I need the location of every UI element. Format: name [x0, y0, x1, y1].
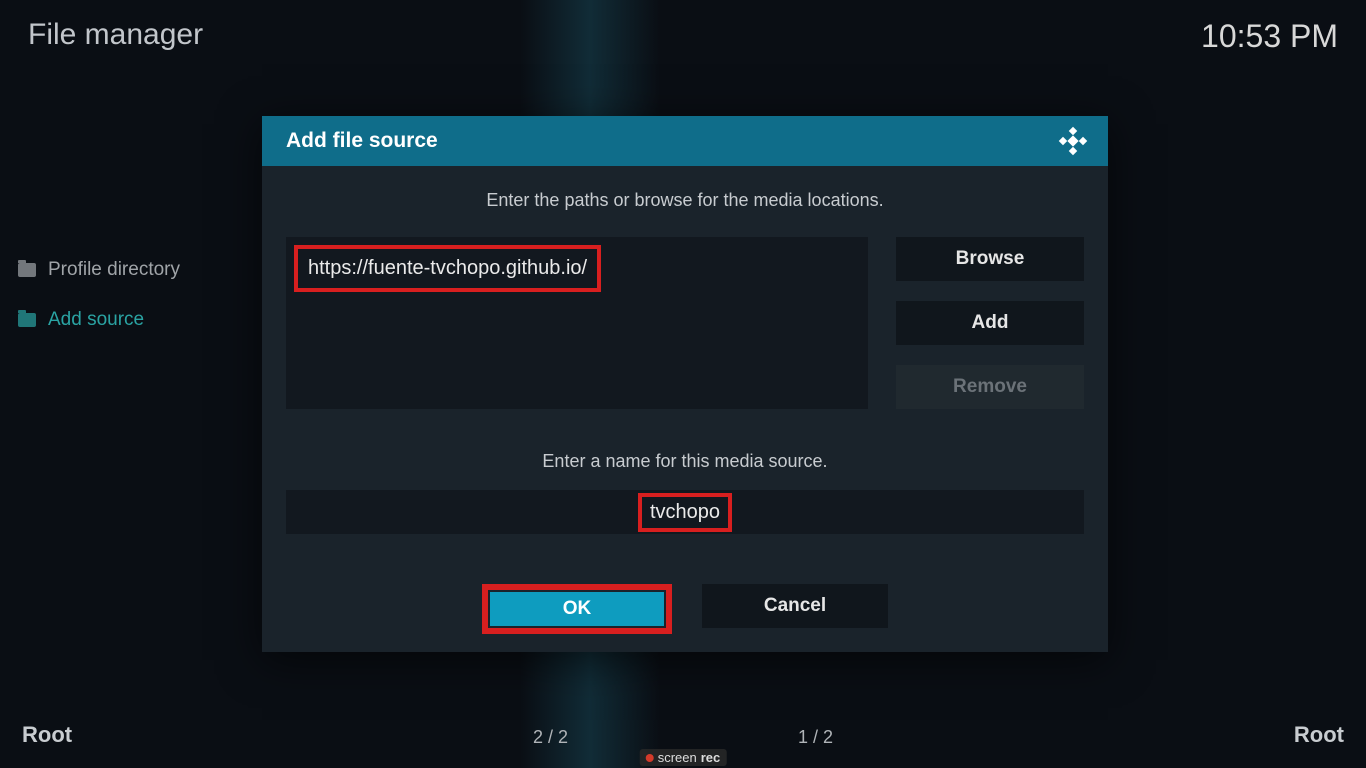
paths-list[interactable]: https://fuente-tvchopo.github.io/ — [286, 237, 868, 409]
right-pane-counter: 1 / 2 — [798, 727, 833, 748]
remove-button: Remove — [896, 365, 1084, 409]
source-name-input[interactable]: tvchopo — [286, 490, 1084, 534]
footer-counters: 2 / 2 1 / 2 — [533, 727, 833, 748]
browse-button[interactable]: Browse — [896, 237, 1084, 281]
name-prompt: Enter a name for this media source. — [286, 451, 1084, 472]
source-name-value: tvchopo — [638, 493, 732, 532]
dialog-titlebar: Add file source — [262, 116, 1108, 166]
cancel-button[interactable]: Cancel — [702, 584, 888, 628]
dialog-body: Enter the paths or browse for the media … — [262, 166, 1108, 654]
record-dot-icon — [646, 754, 654, 762]
clock: 10:53 PM — [1201, 18, 1338, 55]
screenrec-watermark: screen rec — [640, 749, 727, 766]
dialog-action-row: OK Cancel — [286, 584, 1084, 634]
sidebar-item-label: Add source — [48, 309, 144, 331]
folder-icon — [18, 263, 36, 277]
left-pane-counter: 2 / 2 — [533, 727, 568, 748]
watermark-text-b: rec — [701, 750, 721, 765]
sidebar-item-label: Profile directory — [48, 259, 180, 281]
ok-button-highlight: OK — [482, 584, 672, 634]
dialog-title: Add file source — [286, 129, 438, 153]
sidebar-item-add-source[interactable]: Add source — [14, 295, 254, 345]
footer-bar: Root 2 / 2 1 / 2 Root — [22, 722, 1344, 748]
paths-prompt: Enter the paths or browse for the media … — [286, 190, 1084, 211]
paths-row: https://fuente-tvchopo.github.io/ Browse… — [286, 237, 1084, 409]
side-buttons: Browse Add Remove — [896, 237, 1084, 409]
page-title: File manager — [28, 18, 203, 55]
left-pane-root-label: Root — [22, 722, 72, 748]
add-file-source-dialog: Add file source Enter the paths or brows… — [262, 116, 1108, 652]
watermark-text-a: screen — [658, 750, 697, 765]
add-button[interactable]: Add — [896, 301, 1084, 345]
header-bar: File manager 10:53 PM — [28, 18, 1338, 55]
folder-icon — [18, 313, 36, 327]
path-entry[interactable]: https://fuente-tvchopo.github.io/ — [294, 245, 601, 292]
kodi-logo-icon — [1058, 126, 1088, 156]
sidebar: Profile directory Add source — [14, 245, 254, 345]
right-pane-root-label: Root — [1294, 722, 1344, 748]
sidebar-item-profile-directory[interactable]: Profile directory — [14, 245, 254, 295]
ok-button[interactable]: OK — [490, 592, 664, 626]
